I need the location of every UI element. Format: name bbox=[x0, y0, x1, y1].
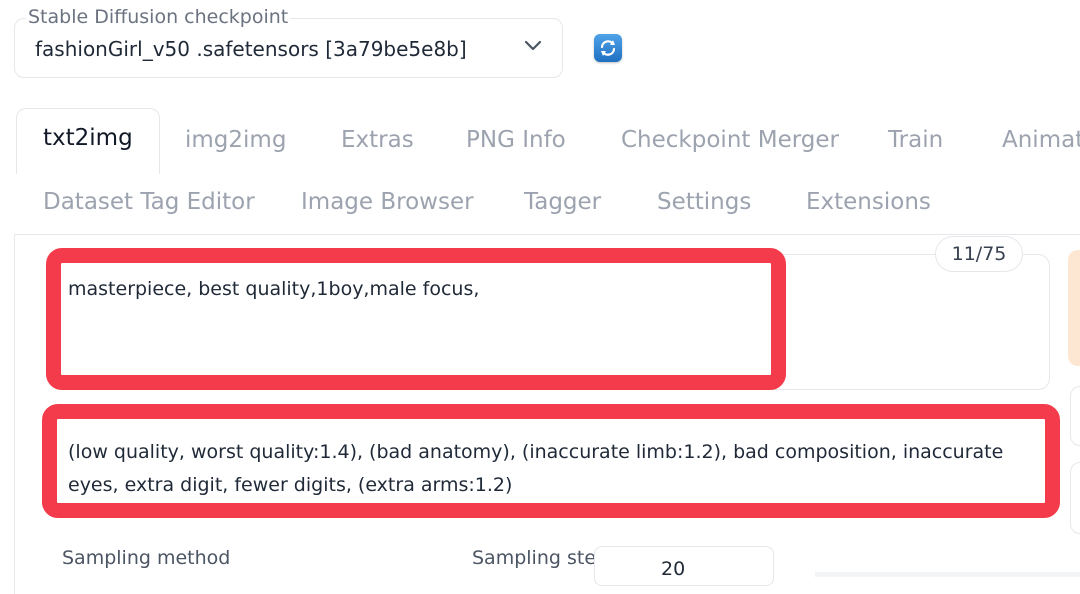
tab-checkpoint-merger[interactable]: Checkpoint Merger bbox=[621, 127, 839, 153]
tab-tagger[interactable]: Tagger bbox=[524, 189, 601, 215]
tab-txt2img[interactable]: txt2img bbox=[16, 108, 160, 174]
sampling-steps-input[interactable]: 20 bbox=[594, 546, 774, 586]
negative-prompt-text[interactable]: (low quality, worst quality:1.4), (bad a… bbox=[68, 436, 1018, 502]
token-counter: 11/75 bbox=[935, 236, 1023, 272]
generate-button[interactable] bbox=[1068, 250, 1080, 366]
checkpoint-label: Stable Diffusion checkpoint bbox=[26, 6, 291, 28]
tab-png-info[interactable]: PNG Info bbox=[466, 127, 566, 153]
sampling-steps-label: Sampling steps bbox=[472, 547, 594, 569]
prompt-highlight-box bbox=[46, 248, 786, 390]
tab-settings[interactable]: Settings bbox=[657, 189, 751, 215]
tab-train[interactable]: Train bbox=[888, 127, 943, 153]
sampling-method-label: Sampling method bbox=[62, 547, 231, 569]
tab-img2img[interactable]: img2img bbox=[185, 127, 286, 153]
styles-dropdown[interactable] bbox=[1070, 462, 1080, 534]
tab-animate[interactable]: Animat bbox=[1002, 127, 1080, 153]
tab-dataset-tag-editor[interactable]: Dataset Tag Editor bbox=[43, 189, 255, 215]
side-tool-button[interactable] bbox=[1070, 386, 1080, 446]
slider-track[interactable] bbox=[815, 572, 1080, 577]
tab-extras[interactable]: Extras bbox=[341, 127, 414, 153]
tab-extensions[interactable]: Extensions bbox=[806, 189, 931, 215]
tab-image-browser[interactable]: Image Browser bbox=[301, 189, 474, 215]
prompt-text[interactable]: masterpiece, best quality,1boy,male focu… bbox=[68, 278, 479, 300]
refresh-icon bbox=[600, 40, 616, 56]
checkpoint-value: fashionGirl_v50 .safetensors [3a79be5e8b… bbox=[35, 37, 467, 61]
refresh-checkpoint-button[interactable] bbox=[594, 34, 622, 62]
chevron-down-icon bbox=[524, 40, 542, 51]
